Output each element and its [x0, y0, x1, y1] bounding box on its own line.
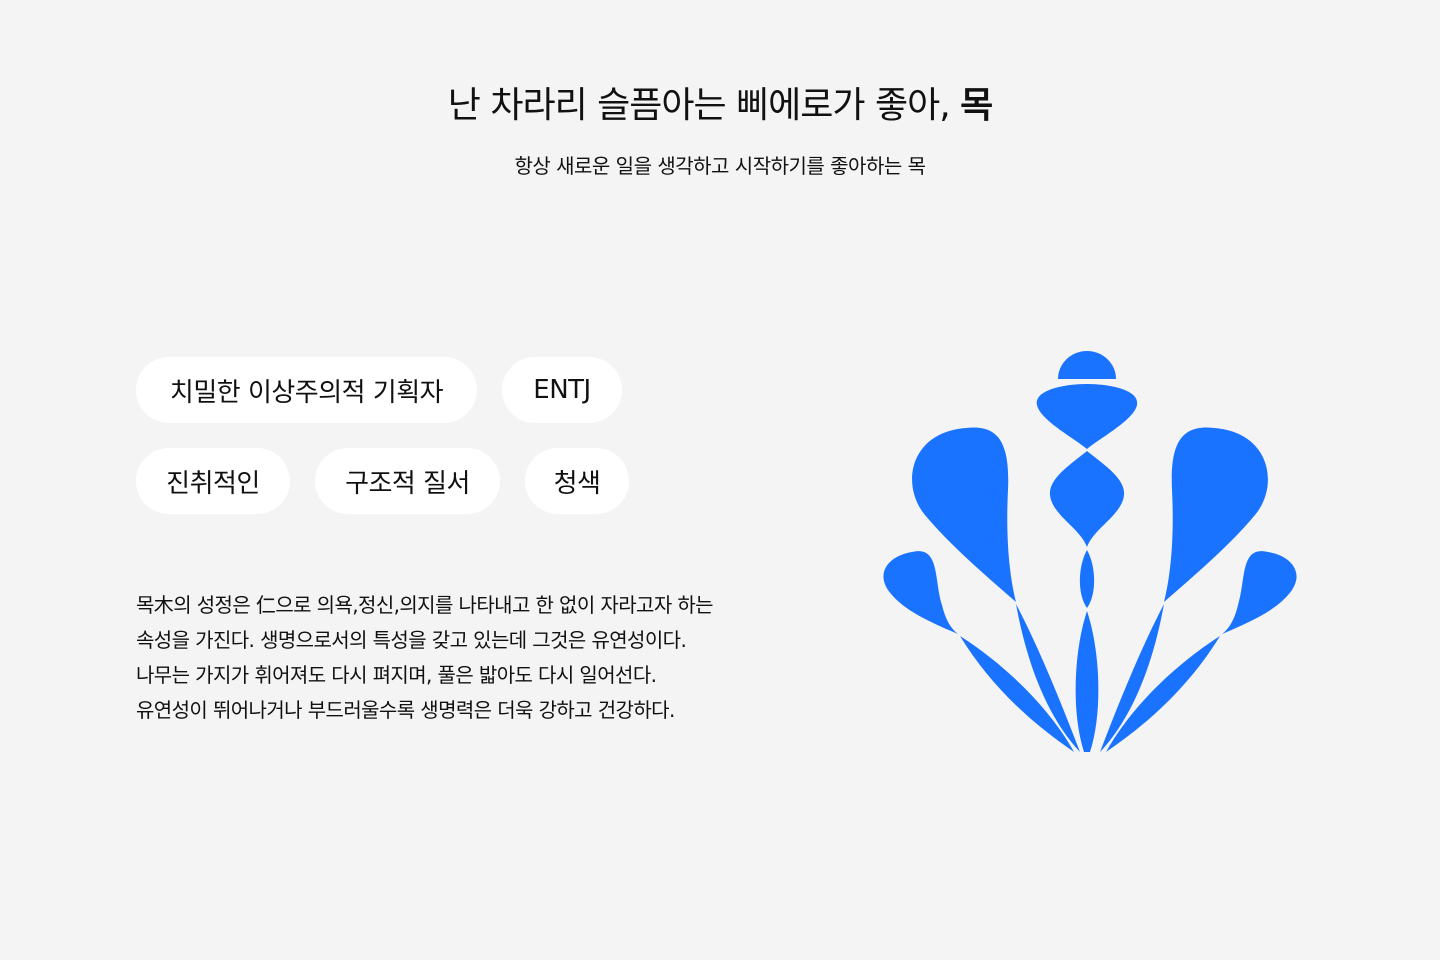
tag-entj: ENTJ	[502, 357, 622, 423]
description-line: 속성을 가진다. 생명으로서의 특성을 갖고 있는데 그것은 유연성이다.	[136, 628, 687, 652]
emblem-middle-drop	[1049, 451, 1125, 547]
emblem-right-small-petal	[1222, 551, 1297, 634]
emblem-left-small-petal	[883, 551, 958, 634]
emblem-shapes	[883, 351, 1297, 752]
emblem-center-blade	[1075, 611, 1099, 752]
emblem-center-diamond	[1079, 550, 1095, 608]
page-title: 난 차라리 슬픔아는 삐에로가 좋아, 목	[0, 76, 1440, 128]
tag-blue: 청색	[525, 448, 629, 514]
wood-element-flower-icon	[883, 351, 1297, 752]
tag-structural-order: 구조적 질서	[315, 448, 500, 514]
description-line: 목木의 성정은 仁으로 의욕,정신,의지를 나타내고 한 없이 자라고자 하는	[136, 593, 714, 617]
tag-progressive: 진취적인	[136, 448, 290, 514]
page-subtitle: 항상 새로운 일을 생각하고 시작하기를 좋아하는 목	[514, 154, 926, 178]
description-line: 나무는 가지가 휘어져도 다시 펴지며, 풀은 밟아도 다시 일어선다.	[136, 663, 657, 687]
page-title-bold: 목	[960, 85, 993, 126]
page-title-text: 난 차라리 슬픔아는 삐에로가 좋아,	[447, 85, 961, 126]
tag-planner: 치밀한 이상주의적 기획자	[136, 357, 477, 423]
emblem-dome	[1058, 351, 1116, 379]
description-line: 유연성이 뛰어나거나 부드러울수록 생명력은 더욱 강하고 건강하다.	[136, 698, 675, 722]
description-text: 목木의 성정은 仁으로 의욕,정신,의지를 나타내고 한 없이 자라고자 하는 …	[136, 588, 816, 728]
emblem-upper-lens	[1036, 384, 1138, 449]
